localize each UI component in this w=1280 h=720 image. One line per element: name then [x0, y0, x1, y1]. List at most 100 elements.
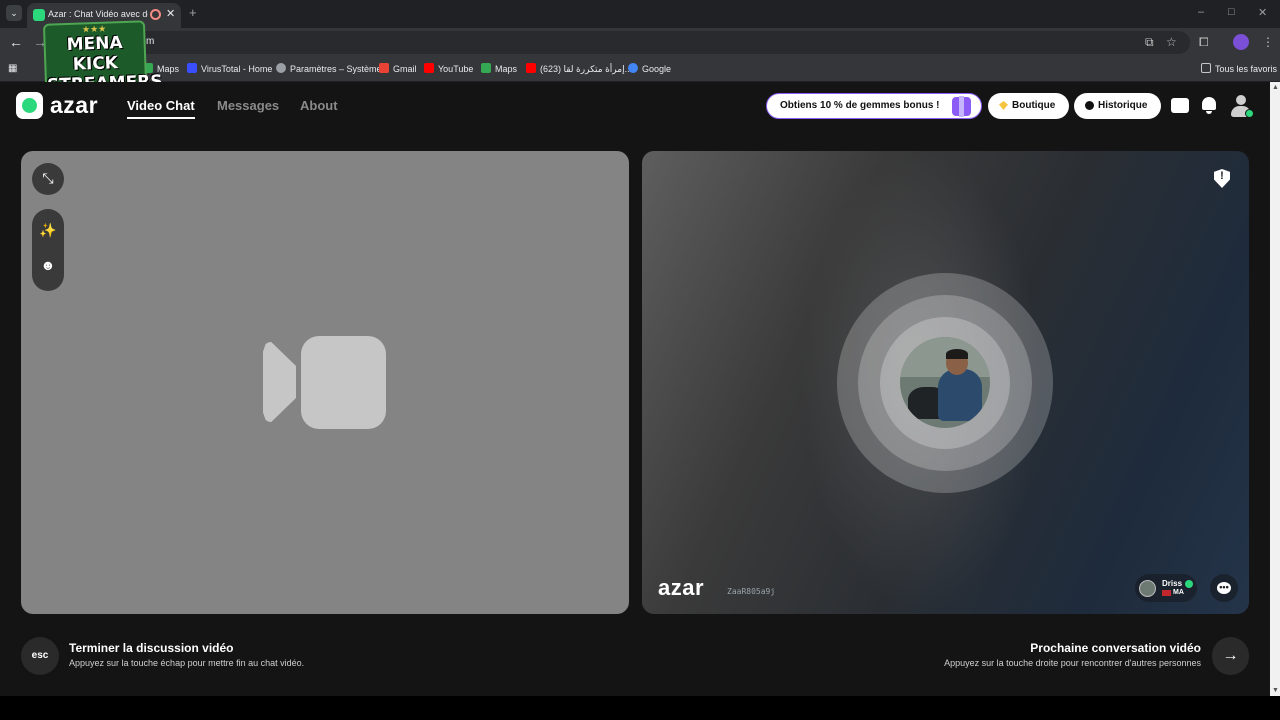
- chat-button[interactable]: •••: [1210, 574, 1238, 602]
- gmail-icon: [379, 63, 389, 73]
- shop-button[interactable]: Boutique: [988, 93, 1069, 119]
- streamer-overlay-logo: ★★★ MENA KICK STREAMERS: [42, 20, 163, 96]
- bookmark-label: YouTube: [438, 64, 474, 74]
- youtube-icon: [526, 63, 536, 73]
- bookmark-settings[interactable]: Paramètres – Système: [276, 63, 382, 74]
- maximize-window-button[interactable]: □: [1228, 6, 1235, 18]
- minimize-window-button[interactable]: –: [1198, 6, 1204, 18]
- new-tab-button[interactable]: +: [189, 5, 197, 20]
- store-icon[interactable]: [1167, 93, 1193, 119]
- bookmark-label: Gmail: [393, 64, 417, 74]
- bookmark-gmail[interactable]: Gmail: [379, 63, 417, 74]
- bell-icon[interactable]: [1196, 93, 1222, 119]
- tab-title: Azar : Chat Vidéo avec de n: [48, 9, 148, 19]
- gift-icon: [952, 96, 971, 117]
- next-chat-hint: Appuyez sur la touche droite pour rencon…: [944, 658, 1201, 668]
- report-mark: !: [1220, 170, 1224, 182]
- youtube-icon: [424, 63, 434, 73]
- browser-menu-icon[interactable]: ⋮: [1262, 35, 1274, 49]
- bookmark-label: Maps: [495, 64, 518, 74]
- page-scrollbar[interactable]: ▲ ▼: [1270, 82, 1280, 696]
- azar-logo-icon: [16, 92, 43, 119]
- profile-avatar[interactable]: [1228, 93, 1254, 119]
- browser-toolbar: ← → m ⧉ ☆ ⧠ ⋮: [0, 28, 1280, 58]
- address-bar-url: m: [146, 36, 155, 47]
- minimize-video-button[interactable]: ⤡: [32, 163, 64, 195]
- tab-strip: ⌄ Azar : Chat Vidéo avec de n ✕ + – □ ✕: [0, 0, 1280, 28]
- camera-off-icon-body: [301, 336, 386, 429]
- bookmarks-bar: ▦ Maps VirusTotal - Home Paramètres – Sy…: [0, 58, 1280, 82]
- azar-watermark: azar: [658, 575, 705, 600]
- peer-country: MA: [1173, 589, 1184, 596]
- scroll-down-icon[interactable]: ▼: [1272, 687, 1279, 694]
- apps-grid-icon[interactable]: ▦: [8, 63, 17, 74]
- local-video-panel: ⤡ ✨ ☻: [21, 151, 629, 614]
- history-label: Historique: [1098, 100, 1148, 111]
- back-arrow-icon[interactable]: ←: [9, 34, 23, 50]
- camera-off-icon: [263, 342, 296, 422]
- next-chat-title: Prochaine conversation vidéo: [1030, 641, 1201, 655]
- extensions-icon[interactable]: ⧠: [1199, 35, 1209, 50]
- bookmark-youtube-video[interactable]: (623) إمرأة متكررة لقا...: [526, 63, 632, 75]
- bookmark-label: Tous les favoris: [1215, 64, 1278, 74]
- bookmark-label: Paramètres – Système: [290, 64, 382, 74]
- bookmark-youtube[interactable]: YouTube: [424, 63, 473, 74]
- peer-avatar: [1139, 580, 1156, 597]
- maps-icon: [481, 63, 491, 73]
- bookmark-google[interactable]: Google: [628, 63, 671, 74]
- session-id: ZaaR805a9j: [727, 587, 776, 596]
- bookmark-star-icon[interactable]: ☆: [1166, 35, 1177, 49]
- bookmark-maps-2[interactable]: Maps: [481, 63, 517, 74]
- bottom-strip: [0, 696, 1280, 720]
- face-sticker-icon[interactable]: ☻: [32, 257, 64, 273]
- scroll-up-icon[interactable]: ▲: [1272, 84, 1279, 91]
- shop-label: Boutique: [1012, 100, 1056, 111]
- active-nav-underline: [127, 117, 195, 119]
- install-app-icon[interactable]: ⧉: [1145, 35, 1154, 50]
- remote-video-panel: ! azar ZaaR805a9j Driss MA •••: [642, 151, 1249, 614]
- all-bookmarks-folder[interactable]: Tous les favoris: [1201, 63, 1277, 74]
- tab-close-icon[interactable]: ✕: [166, 7, 175, 20]
- tab-search-button[interactable]: ⌄: [6, 5, 22, 21]
- verified-badge-icon: [1185, 580, 1193, 588]
- bookmark-virustotal[interactable]: VirusTotal - Home: [187, 63, 272, 74]
- azar-favicon-icon: [33, 9, 45, 21]
- address-bar[interactable]: m: [56, 31, 1190, 54]
- partner-profile-photo: [900, 337, 990, 428]
- gem-icon: [999, 101, 1008, 110]
- close-window-button[interactable]: ✕: [1258, 6, 1267, 19]
- chat-dots: •••: [1219, 582, 1229, 592]
- nav-video-chat[interactable]: Video Chat: [127, 98, 195, 119]
- clock-icon: [1085, 101, 1094, 110]
- promo-text: Obtiens 10 % de gemmes bonus !: [780, 100, 940, 111]
- end-chat-button[interactable]: esc: [21, 637, 59, 675]
- history-button[interactable]: Historique: [1074, 93, 1161, 119]
- peer-name: Driss: [1162, 579, 1183, 588]
- nav-messages[interactable]: Messages: [217, 98, 279, 113]
- gear-icon: [276, 63, 286, 73]
- gem-bonus-promo-button[interactable]: Obtiens 10 % de gemmes bonus !: [766, 93, 982, 119]
- browser-profile-avatar[interactable]: [1233, 34, 1249, 50]
- recording-icon: [150, 9, 161, 20]
- logo-line-1: MENA KICK: [66, 33, 123, 75]
- bookmark-label: Google: [642, 64, 672, 74]
- azar-page: azar Video Chat Messages About Obtiens 1…: [0, 82, 1270, 696]
- browser-chrome: ⌄ Azar : Chat Vidéo avec de n ✕ + – □ ✕ …: [0, 0, 1280, 82]
- virustotal-icon: [187, 63, 197, 73]
- bookmark-label: VirusTotal - Home: [201, 64, 273, 74]
- end-chat-title: Terminer la discussion vidéo: [69, 641, 234, 655]
- brand-name: azar: [50, 92, 99, 118]
- nav-about[interactable]: About: [300, 98, 338, 113]
- peer-info-card[interactable]: Driss MA: [1135, 574, 1197, 602]
- effects-toolbar: ✨ ☻: [32, 209, 64, 291]
- minimize-icon: ⤡: [42, 170, 54, 186]
- google-icon: [628, 63, 638, 73]
- magic-wand-icon[interactable]: ✨: [32, 222, 64, 239]
- next-chat-button[interactable]: →: [1212, 637, 1249, 675]
- bookmark-label: (623) إمرأة متكررة لقا...: [540, 64, 632, 74]
- end-chat-hint: Appuyez sur la touche échap pour mettre …: [69, 658, 305, 668]
- folder-icon: [1201, 63, 1211, 73]
- status-badge: [1245, 109, 1254, 118]
- morocco-flag-icon: [1162, 590, 1171, 596]
- nav-label: Video Chat: [127, 98, 195, 113]
